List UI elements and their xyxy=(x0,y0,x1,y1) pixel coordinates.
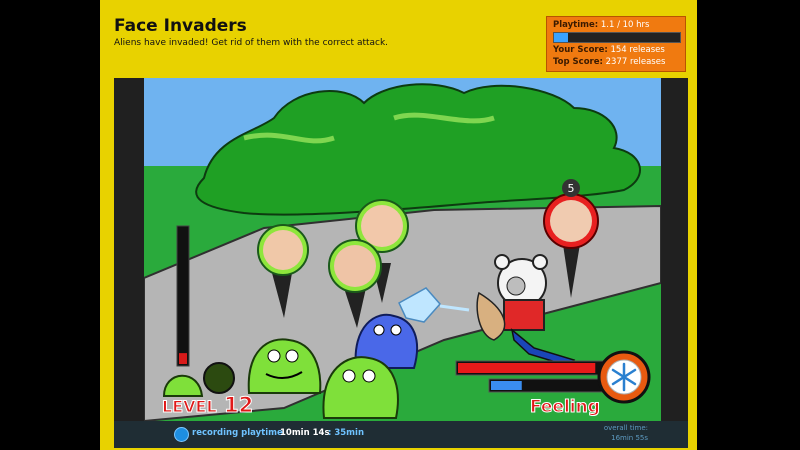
top-score-label: Top Score: xyxy=(553,57,603,67)
your-score-label: Your Score: xyxy=(553,45,608,55)
game-canvas[interactable]: 5 LEVEL 12 Feeling xyxy=(144,78,661,421)
playtime-row: Playtime: 1.1 / 10 hrs xyxy=(553,20,649,30)
top-score-row: Top Score: 2377 releases xyxy=(553,57,665,67)
top-score-value: 2377 releases xyxy=(605,57,666,67)
your-score-row: Your Score: 154 releases xyxy=(553,45,665,55)
playtime-progress-bar xyxy=(553,32,681,43)
target-count: 5 xyxy=(568,182,575,195)
feeling-label: Feeling xyxy=(530,397,600,417)
session-time: 10min 14s xyxy=(280,428,330,438)
playtime-value: 1.1 / 10 hrs xyxy=(600,20,650,30)
face-photo xyxy=(361,205,403,247)
game-window: 5 LEVEL 12 Feeling recording playtime 10… xyxy=(114,78,688,448)
level-meter-fill xyxy=(179,353,187,364)
health-bar-fill xyxy=(458,363,596,373)
your-score-value: 154 releases xyxy=(610,45,665,55)
added-time: : 35min xyxy=(328,428,365,438)
level-meter xyxy=(176,225,190,367)
recording-icon xyxy=(174,427,189,442)
game-page: Face Invaders Aliens have invaded! Get r… xyxy=(100,0,697,450)
energy-bar xyxy=(488,378,617,393)
playtime-progress-fill xyxy=(554,33,568,42)
energy-bar-fill xyxy=(491,381,522,390)
page-subtitle: Aliens have invaded! Get rid of them wit… xyxy=(114,38,389,48)
attack-button[interactable] xyxy=(597,350,651,404)
game-scene[interactable]: 5 LEVEL 12 Feeling xyxy=(144,78,661,421)
face-photo xyxy=(263,230,303,270)
recording-label: recording playtime xyxy=(192,428,283,438)
overall-time-label: overall time: xyxy=(603,424,648,432)
playtime-label: Playtime: xyxy=(553,20,599,30)
level-label: LEVEL xyxy=(162,397,217,416)
alien-blob-dark[interactable] xyxy=(203,362,235,394)
level-value: 12 xyxy=(224,393,253,417)
page-title: Face Invaders xyxy=(114,16,247,36)
overall-time-value: 16min 55s xyxy=(611,434,648,442)
stats-panel: Playtime: 1.1 / 10 hrs Your Score: 154 r… xyxy=(546,16,686,72)
face-photo xyxy=(550,200,592,242)
health-bar xyxy=(455,360,617,376)
face-photo xyxy=(334,245,376,287)
status-bar: recording playtime 10min 14s : 35min ove… xyxy=(114,421,688,448)
